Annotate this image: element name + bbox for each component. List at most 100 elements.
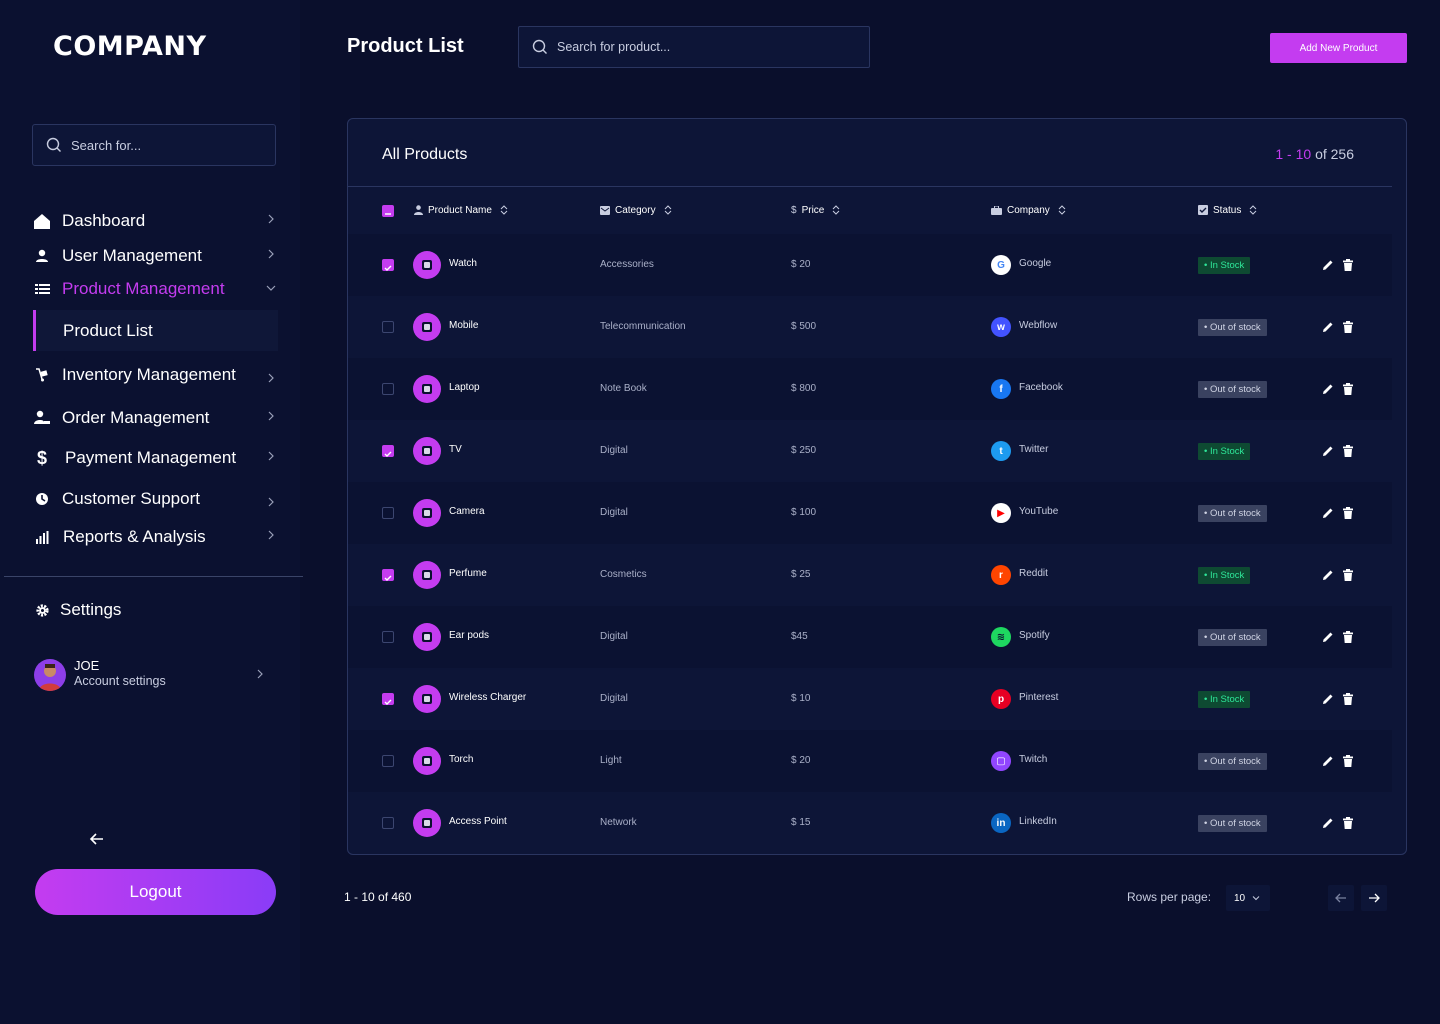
trash-icon[interactable] [1341, 506, 1355, 520]
edit-icon[interactable] [1321, 382, 1335, 396]
trash-icon[interactable] [1341, 816, 1355, 830]
sidebar-item-reports-analysis[interactable]: Reports & Analysis [32, 524, 280, 550]
column-label: Status [1213, 204, 1242, 216]
sort-icon [833, 205, 840, 215]
company-name: Google [1019, 258, 1052, 269]
row-checkbox[interactable] [382, 631, 394, 643]
company-logo-icon: r [991, 565, 1011, 585]
add-new-product-button[interactable]: Add New Product [1270, 33, 1407, 63]
select-all-checkbox[interactable] [382, 205, 394, 217]
product-price: $ 100 [791, 507, 817, 518]
company-name: Webflow [1019, 320, 1058, 331]
trash-icon[interactable] [1341, 754, 1355, 768]
panel-count: 1 - 10 of 256 [1275, 146, 1354, 162]
trash-icon[interactable] [1341, 568, 1355, 582]
column-company[interactable]: Company [991, 204, 1066, 216]
product-name: Access Point [449, 816, 507, 827]
sidebar-item-user-management[interactable]: User Management [32, 243, 280, 269]
row-checkbox[interactable] [382, 755, 394, 767]
row-checkbox[interactable] [382, 383, 394, 395]
sidebar-subitem-product-list[interactable]: Product List [33, 310, 278, 351]
trash-icon[interactable] [1341, 630, 1355, 644]
product-name: TV [449, 444, 462, 455]
status-badge: • Out of stock [1198, 505, 1267, 522]
company-logo-icon: ▢ [991, 751, 1011, 771]
trash-icon[interactable] [1341, 692, 1355, 706]
company-name: Reddit [1019, 568, 1048, 579]
sort-icon [1250, 205, 1257, 215]
product-price: $ 25 [791, 569, 811, 580]
product-price: $ 15 [791, 817, 811, 828]
row-checkbox[interactable] [382, 445, 394, 457]
edit-icon[interactable] [1321, 320, 1335, 334]
row-checkbox[interactable] [382, 259, 394, 271]
company-name: Facebook [1019, 382, 1063, 393]
dolly-icon [32, 365, 52, 385]
product-category: Digital [600, 693, 628, 704]
column-category[interactable]: Category [600, 204, 672, 216]
product-category: Digital [600, 631, 628, 642]
status-badge: • In Stock [1198, 443, 1251, 460]
user-icon [414, 205, 423, 215]
prev-page-button[interactable] [1328, 885, 1354, 911]
edit-icon[interactable] [1321, 816, 1335, 830]
chevron-right-icon [268, 451, 274, 461]
company-name: Twitch [1019, 754, 1048, 765]
row-checkbox[interactable] [382, 817, 394, 829]
sidebar-item-label: Customer Support [62, 489, 200, 508]
sidebar-item-label: Dashboard [62, 211, 146, 230]
company-logo-icon: in [991, 813, 1011, 833]
table-row: Wireless Charger Digital $ 10 p Pinteres… [348, 668, 1392, 730]
product-price: $ 250 [791, 445, 817, 456]
sidebar-item-dashboard[interactable]: Dashboard [32, 208, 280, 234]
edit-icon[interactable] [1321, 444, 1335, 458]
trash-icon[interactable] [1341, 320, 1355, 334]
collapse-arrow-icon[interactable] [88, 830, 106, 848]
edit-icon[interactable] [1321, 692, 1335, 706]
company-logo-icon: G [991, 255, 1011, 275]
trash-icon[interactable] [1341, 258, 1355, 272]
sidebar-search-placeholder: Search for... [71, 137, 142, 153]
status-badge: • In Stock [1198, 567, 1251, 584]
trash-icon[interactable] [1341, 444, 1355, 458]
edit-icon[interactable] [1321, 630, 1335, 644]
dollar-icon: $ [791, 204, 797, 216]
product-search-input[interactable]: Search for product... [518, 26, 870, 68]
panel-divider [348, 186, 1392, 187]
next-page-button[interactable] [1361, 885, 1387, 911]
product-name: Camera [449, 506, 485, 517]
avatar [34, 659, 66, 691]
edit-icon[interactable] [1321, 568, 1335, 582]
status-badge: • Out of stock [1198, 753, 1267, 770]
rows-per-page-select[interactable]: 10 [1226, 885, 1270, 911]
logout-button[interactable]: Logout [35, 869, 276, 915]
sidebar-item-settings[interactable]: Settings [32, 597, 280, 623]
sidebar-item-customer-support[interactable]: Customer Support [32, 486, 280, 512]
sidebar-item-product-management[interactable]: Product Management [32, 276, 280, 302]
product-search-placeholder: Search for product... [557, 40, 671, 54]
row-checkbox[interactable] [382, 507, 394, 519]
company-logo-icon: ≋ [991, 627, 1011, 647]
column-price[interactable]: $ Price [791, 204, 840, 216]
product-price: $45 [791, 631, 808, 642]
edit-icon[interactable] [1321, 506, 1335, 520]
account-settings[interactable]: JOE Account settings [34, 658, 274, 692]
column-product-name[interactable]: Product Name [414, 204, 508, 216]
sidebar-item-inventory-management[interactable]: Inventory Management [32, 362, 280, 388]
products-panel: All Products 1 - 10 of 256 Product Name … [347, 118, 1407, 855]
column-status[interactable]: Status [1198, 204, 1257, 216]
sidebar-item-order-management[interactable]: Order Management [32, 405, 280, 431]
row-checkbox[interactable] [382, 321, 394, 333]
edit-icon[interactable] [1321, 258, 1335, 272]
row-checkbox[interactable] [382, 569, 394, 581]
gear-icon [32, 600, 52, 620]
product-category: Light [600, 755, 622, 766]
sidebar-search[interactable]: Search for... [32, 124, 276, 166]
chevron-right-icon [268, 411, 274, 421]
row-checkbox[interactable] [382, 693, 394, 705]
product-image [413, 313, 441, 341]
product-category: Cosmetics [600, 569, 647, 580]
trash-icon[interactable] [1341, 382, 1355, 396]
edit-icon[interactable] [1321, 754, 1335, 768]
sidebar-item-payment-management[interactable]: $ Payment Management [32, 445, 280, 471]
